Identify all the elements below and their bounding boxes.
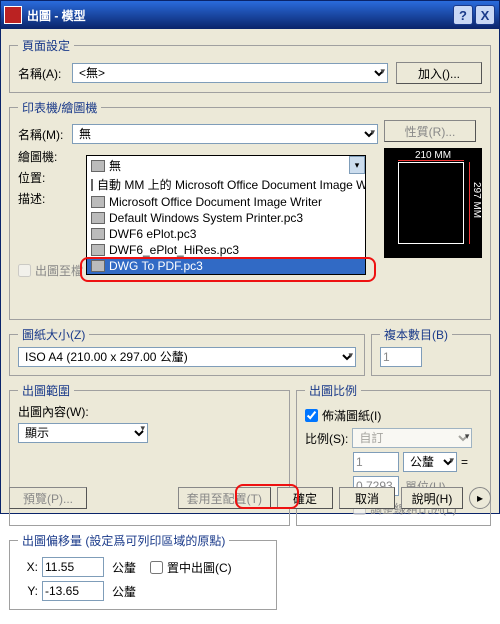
printer-option-selected[interactable]: DWG To PDF.pc3 — [87, 258, 365, 274]
printer-icon — [91, 160, 105, 172]
ok-button[interactable]: 確定 — [277, 487, 333, 509]
location-label: 位置: — [18, 169, 72, 186]
plot-offset-legend: 出圖偏移量 (設定爲可列印區域的原點) — [18, 532, 229, 549]
printer-icon — [91, 260, 105, 272]
copies-group: 複本數目(B) — [371, 326, 491, 376]
printer-option[interactable]: Default Windows System Printer.pc3 — [87, 210, 365, 226]
plotter-label: 繪圖機: — [18, 148, 72, 165]
copies-legend: 複本數目(B) — [380, 326, 452, 343]
copies-input — [380, 347, 422, 367]
plot-dialog: 出圖 - 模型 ? X 頁面設定 名稱(A): <無> 加入()... 印表機/… — [0, 0, 500, 514]
offset-x-input[interactable] — [42, 557, 104, 577]
preview-height-label: 297 MM — [471, 182, 482, 218]
printer-icon — [91, 212, 105, 224]
dialog-footer: 預覽(P)... 套用至配置(T) 確定 取消 說明(H) ▸ — [1, 487, 499, 509]
paper-preview: 210 MM 297 MM — [384, 148, 482, 258]
printer-option[interactable]: 無 — [87, 156, 365, 175]
app-icon — [5, 7, 21, 23]
offset-x-label: X: — [18, 560, 38, 574]
printer-name-label: 名稱(M): — [18, 126, 72, 143]
page-setup-name-label: 名稱(A): — [18, 65, 72, 82]
printer-option[interactable]: DWF6_ePlot_HiRes.pc3 — [87, 242, 365, 258]
plot-to-file-checkbox — [18, 264, 31, 277]
scale-unit-select[interactable]: 公釐 — [403, 452, 457, 472]
chevron-right-icon: ▸ — [477, 491, 483, 505]
printer-name-select[interactable]: 無 — [72, 124, 378, 144]
paper-size-group: 圖紙大小(Z) ISO A4 (210.00 x 297.00 公釐) — [9, 326, 365, 376]
printer-option[interactable]: DWF6 ePlot.pc3 — [87, 226, 365, 242]
plot-to-file-label: 出圖至檔 — [35, 262, 83, 279]
plot-area-legend: 出圖範圍 — [18, 382, 74, 399]
printer-name-dropdown-list[interactable]: 無 自動 MM 上的 Microsoft Office Document Ima… — [86, 155, 366, 275]
printer-icon — [91, 244, 105, 256]
printer-option[interactable]: Microsoft Office Document Image Writer — [87, 194, 365, 210]
description-label: 描述: — [18, 190, 72, 207]
preview-button[interactable]: 預覽(P)... — [9, 487, 87, 509]
page-setup-legend: 頁面設定 — [18, 37, 74, 54]
printer-icon — [91, 228, 105, 240]
plot-what-label: 出圖內容(W): — [18, 403, 281, 420]
help-dialog-button[interactable]: 說明(H) — [401, 487, 463, 509]
plot-offset-group: 出圖偏移量 (設定爲可列印區域的原點) X: 公釐 置中出圖(C) Y: 公釐 — [9, 532, 277, 610]
equals-label: = — [461, 455, 468, 469]
plot-scale-legend: 出圖比例 — [305, 382, 361, 399]
printer-legend: 印表機/繪圖機 — [18, 99, 101, 116]
scale-unit-input — [353, 452, 399, 472]
dropdown-arrow-icon[interactable] — [349, 156, 365, 174]
printer-option[interactable]: 自動 MM 上的 Microsoft Office Document Image… — [87, 175, 365, 194]
center-plot-label: 置中出圖(C) — [167, 559, 232, 576]
printer-icon — [91, 179, 93, 191]
help-button[interactable]: ? — [453, 5, 473, 25]
page-setup-name-select[interactable]: <無> — [72, 63, 388, 83]
expand-options-button[interactable]: ▸ — [469, 487, 491, 509]
offset-y-label: Y: — [18, 584, 38, 598]
add-page-setup-button[interactable]: 加入()... — [396, 62, 482, 84]
page-setup-group: 頁面設定 名稱(A): <無> 加入()... — [9, 37, 491, 93]
offset-y-input[interactable] — [42, 581, 104, 601]
apply-to-layout-button[interactable]: 套用至配置(T) — [178, 487, 271, 509]
window-title: 出圖 - 模型 — [27, 7, 453, 24]
scale-select: 自訂 — [352, 428, 472, 448]
fit-to-paper-label: 佈滿圖紙(I) — [322, 407, 381, 424]
plot-what-select[interactable]: 顯示 — [18, 423, 148, 443]
paper-size-legend: 圖紙大小(Z) — [18, 326, 89, 343]
fit-to-paper-checkbox[interactable] — [305, 409, 318, 422]
printer-properties-button[interactable]: 性質(R)... — [384, 120, 476, 142]
paper-size-select[interactable]: ISO A4 (210.00 x 297.00 公釐) — [18, 347, 356, 367]
scale-label: 比例(S): — [305, 430, 348, 447]
offset-y-unit: 公釐 — [112, 583, 136, 600]
center-plot-checkbox[interactable] — [150, 561, 163, 574]
close-button[interactable]: X — [475, 5, 495, 25]
title-bar: 出圖 - 模型 ? X — [1, 1, 499, 29]
printer-icon — [91, 196, 105, 208]
offset-x-unit: 公釐 — [112, 559, 136, 576]
cancel-button[interactable]: 取消 — [339, 487, 395, 509]
